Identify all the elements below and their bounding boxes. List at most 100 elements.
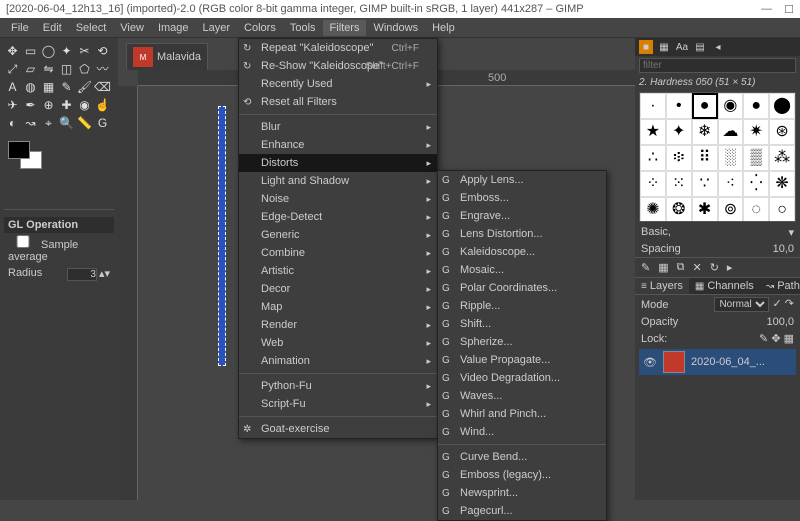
menu-edit[interactable]: Edit [36, 20, 69, 36]
tool-move[interactable]: ✥ [4, 42, 21, 59]
tool-blur[interactable]: ◉ [76, 96, 93, 113]
filter-input[interactable] [639, 58, 796, 73]
menu-file[interactable]: File [4, 20, 36, 36]
filters-item[interactable]: Script-Fu▸ [239, 395, 437, 413]
tool-fuzzy-select[interactable]: ✦ [58, 42, 75, 59]
menu-image[interactable]: Image [151, 20, 196, 36]
filters-item[interactable]: Map▸ [239, 298, 437, 316]
sample-average-checkbox[interactable] [8, 235, 38, 248]
distorts-item[interactable]: GVideo Degradation... [438, 369, 606, 387]
dock-tab-brushes[interactable]: ■ [639, 40, 653, 54]
tool-rect-select[interactable]: ▭ [22, 42, 39, 59]
tool-flip[interactable]: ⇋ [40, 60, 57, 77]
layer-item[interactable]: 👁 2020-06_04_... [639, 349, 796, 375]
menu-select[interactable]: Select [69, 20, 114, 36]
selection-marquee[interactable] [218, 106, 226, 366]
distorts-item[interactable]: GLens Distortion... [438, 225, 606, 243]
distorts-submenu[interactable]: GApply Lens...GEmboss...GEngrave...GLens… [437, 170, 607, 521]
menu-view[interactable]: View [113, 20, 151, 36]
distorts-item[interactable]: GCurve Bend... [438, 448, 606, 466]
filters-menu[interactable]: ↻Repeat "Kaleidoscope"Ctrl+F↻Re-Show "Ka… [238, 38, 438, 439]
filters-item[interactable]: Animation▸ [239, 352, 437, 370]
brush-menu-icon[interactable]: ▾ [788, 226, 794, 239]
tool-rotate[interactable]: ⟲ [94, 42, 111, 59]
maximize-icon[interactable]: ☐ [784, 3, 794, 16]
minimize-icon[interactable]: — [761, 3, 772, 16]
menu-help[interactable]: Help [425, 20, 462, 36]
filters-item[interactable]: Enhance▸ [239, 136, 437, 154]
dock-tab-patterns[interactable]: ▦ [657, 40, 671, 54]
tool-crop[interactable]: ✂ [76, 42, 93, 59]
visibility-icon[interactable]: 👁 [643, 356, 657, 369]
distorts-item[interactable]: GEmboss... [438, 189, 606, 207]
tool-pencil[interactable]: ✎ [58, 78, 75, 95]
filters-item[interactable]: Noise▸ [239, 190, 437, 208]
delete-brush-icon[interactable]: ✕ [692, 261, 701, 274]
filters-item[interactable]: ↻Re-Show "Kaleidoscope"Shift+Ctrl+F [239, 57, 437, 75]
tool-ink[interactable]: ✒ [22, 96, 39, 113]
tool-free-select[interactable]: ◯ [40, 42, 57, 59]
filters-item[interactable]: Web▸ [239, 334, 437, 352]
tool-dodge[interactable]: ◐ [4, 114, 21, 131]
filters-item[interactable]: Python-Fu▸ [239, 377, 437, 395]
brush-grid[interactable]: ·•●◉●⬤ ★✦❄☁✷⊛ ∴፨⠿░▒⁂ ⁘⁙∵⁖⁛❋ ✺❂✱⊚◌○ [639, 92, 796, 222]
tool-eraser[interactable]: ⌫ [94, 78, 111, 95]
tab-layers[interactable]: ≡Layers [635, 278, 689, 294]
menu-layer[interactable]: Layer [196, 20, 238, 36]
sample-average-row[interactable]: Sample average [4, 233, 114, 265]
distorts-item[interactable]: GKaleidoscope... [438, 243, 606, 261]
color-swatches[interactable] [8, 141, 48, 175]
menu-filters[interactable]: Filters [323, 20, 367, 36]
fg-color[interactable] [8, 141, 30, 159]
tool-color-picker[interactable]: ⌖ [40, 114, 57, 131]
image-tab[interactable]: M Malavida [126, 43, 208, 70]
filters-item[interactable]: Edge-Detect▸ [239, 208, 437, 226]
tool-heal[interactable]: ✚ [58, 96, 75, 113]
distorts-item[interactable]: GValue Propagate... [438, 351, 606, 369]
tool-warp[interactable]: 〰 [94, 60, 111, 77]
menu-bar[interactable]: File Edit Select View Image Layer Colors… [0, 18, 800, 38]
tool-measure[interactable]: 📏 [76, 114, 93, 131]
filters-item[interactable]: Blur▸ [239, 118, 437, 136]
filters-item[interactable]: ⟲Reset all Filters [239, 93, 437, 111]
tool-cage[interactable]: ⬠ [76, 60, 93, 77]
distorts-item[interactable]: GEngrave... [438, 207, 606, 225]
filters-item[interactable]: Render▸ [239, 316, 437, 334]
tool-scale[interactable]: ⤢ [4, 60, 21, 77]
distorts-item[interactable]: GNewsprint... [438, 484, 606, 502]
tool-gradient[interactable]: ▦ [40, 78, 57, 95]
filters-item[interactable]: Combine▸ [239, 244, 437, 262]
mode-select[interactable]: Normal [714, 297, 769, 312]
distorts-item[interactable]: GMosaic... [438, 261, 606, 279]
tool-gegl[interactable]: G [94, 114, 111, 131]
distorts-item[interactable]: GShift... [438, 315, 606, 333]
tab-channels[interactable]: ▦Channels [689, 278, 760, 294]
new-brush-icon[interactable]: ▦ [658, 261, 668, 274]
distorts-item[interactable]: GWind... [438, 423, 606, 441]
radius-input[interactable] [67, 268, 97, 281]
tool-text[interactable]: A [4, 78, 21, 95]
dock-menu-icon[interactable]: ◂ [711, 40, 725, 54]
distorts-item[interactable]: GRipple... [438, 297, 606, 315]
tool-airbrush[interactable]: ✈ [4, 96, 21, 113]
tool-brush[interactable]: 🖌 [76, 78, 93, 95]
tool-bucket[interactable]: ◍ [22, 78, 39, 95]
tool-zoom[interactable]: 🔍 [58, 114, 75, 131]
filters-item[interactable]: Decor▸ [239, 280, 437, 298]
dock-tab-fonts[interactable]: Aa [675, 40, 689, 54]
filters-item[interactable]: Light and Shadow▸ [239, 172, 437, 190]
tool-smudge[interactable]: ☝ [94, 96, 111, 113]
refresh-brush-icon[interactable]: ↻ [710, 261, 719, 274]
distorts-item[interactable]: GWaves... [438, 387, 606, 405]
tab-paths[interactable]: ↝Paths [760, 278, 800, 294]
tool-perspective[interactable]: ◫ [58, 60, 75, 77]
opacity-value[interactable]: 100,0 [766, 316, 794, 328]
distorts-item[interactable]: GEmboss (legacy)... [438, 466, 606, 484]
menu-colors[interactable]: Colors [237, 20, 283, 36]
tool-shear[interactable]: ▱ [22, 60, 39, 77]
menu-tools[interactable]: Tools [283, 20, 323, 36]
menu-windows[interactable]: Windows [366, 20, 425, 36]
distorts-item[interactable]: GWhirl and Pinch... [438, 405, 606, 423]
filters-item[interactable]: Recently Used▸ [239, 75, 437, 93]
distorts-item[interactable]: GPolar Coordinates... [438, 279, 606, 297]
